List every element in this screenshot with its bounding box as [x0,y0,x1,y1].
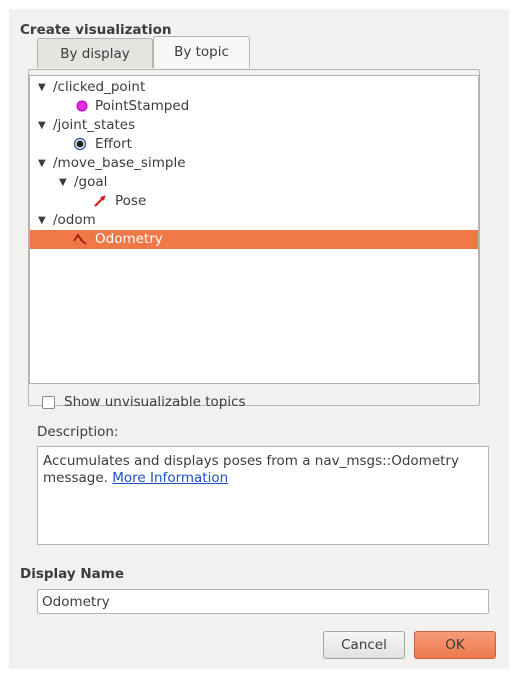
ok-button-label: OK [445,637,465,653]
display-name-input[interactable] [37,589,489,614]
expand-arrow-icon[interactable]: ▼ [38,78,46,97]
tree-row-joint-states[interactable]: ▼ /joint_states [30,116,478,135]
tree-row-move-base-simple[interactable]: ▼ /move_base_simple [30,154,478,173]
ok-button[interactable]: OK [414,631,496,659]
description-box: Accumulates and displays poses from a na… [37,446,489,545]
display-name-label: Display Name [20,566,124,582]
tree-row-pointstamped[interactable]: PointStamped [30,97,478,116]
tree-item-label: Pose [115,193,147,209]
description-text: Accumulates and displays poses from a na… [43,453,459,486]
tree-item-label: /odom [53,212,96,228]
show-unvisualizable-label[interactable]: Show unvisualizable topics [64,394,246,410]
effort-icon [73,137,87,151]
cancel-button-label: Cancel [341,637,387,653]
tree-row-odom[interactable]: ▼ /odom [30,211,478,230]
tree-item-label: /move_base_simple [53,155,186,171]
tree-item-label: /clicked_point [53,79,146,95]
tree-row-pose[interactable]: Pose [30,192,478,211]
tree-item-label: Effort [95,136,132,152]
expand-arrow-icon[interactable]: ▼ [59,173,67,192]
expand-arrow-icon[interactable]: ▼ [38,211,46,230]
expand-arrow-icon[interactable]: ▼ [38,116,46,135]
tree-item-label: PointStamped [95,98,190,114]
tree-item-label: /joint_states [53,117,136,133]
tree-row-effort[interactable]: Effort [30,135,478,154]
odometry-icon [73,232,87,246]
tree-row-clicked-point[interactable]: ▼ /clicked_point [30,78,478,97]
description-label: Description: [37,424,119,440]
tree-item-label: Odometry [95,231,163,247]
pose-arrow-icon [93,194,107,208]
tab-by-display-type[interactable]: By display type [37,38,153,92]
dialog-title: Create visualization [20,22,172,38]
tree-row-goal[interactable]: ▼ /goal [30,173,478,192]
tree-row-odometry[interactable]: Odometry [30,230,478,249]
tab-by-topic[interactable]: By topic [153,36,250,68]
cancel-button[interactable]: Cancel [323,631,405,659]
show-unvisualizable-checkbox[interactable] [42,396,55,409]
tree-item-label: /goal [74,174,108,190]
expand-arrow-icon[interactable]: ▼ [38,154,46,173]
magenta-dot-icon [75,99,89,113]
topic-tree[interactable]: ▼ /clicked_point PointStamped ▼ /joint_s… [29,75,479,384]
more-information-link[interactable]: More Information [112,470,228,486]
